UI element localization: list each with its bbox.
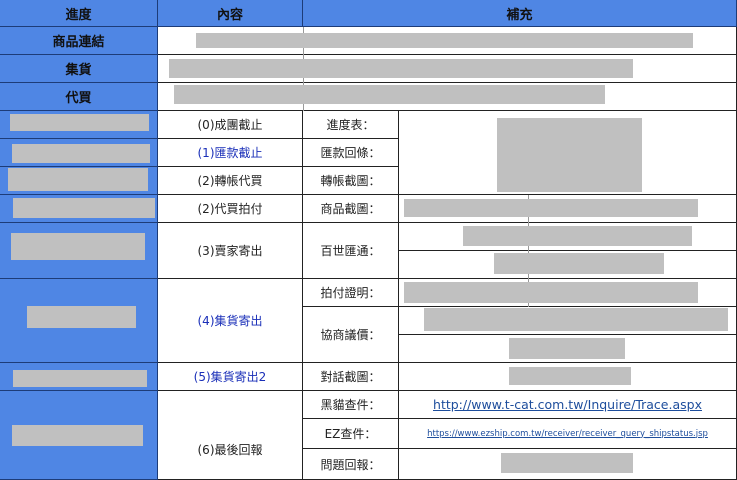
label-best-express: 百世匯通：: [303, 223, 399, 279]
step-6: (6)最後回報: [158, 391, 303, 480]
header-content: 內容: [158, 0, 303, 27]
label-negotiation: 協商議價：: [303, 307, 399, 363]
label-tcat: 黑貓查件：: [303, 391, 399, 419]
label-ez: EZ查件：: [303, 419, 399, 449]
ezship-link[interactable]: https://www.ezship.com.tw/receiver/recei…: [427, 429, 708, 439]
row-label-purchase: 代買: [0, 83, 158, 111]
ezship-cell: https://www.ezship.com.tw/receiver/recei…: [399, 419, 737, 449]
step-2b: (2)代買拍付: [158, 195, 303, 223]
header-progress: 進度: [0, 0, 158, 27]
tcat-cell: http://www.t-cat.com.tw/Inquire/Trace.as…: [399, 391, 737, 419]
label-payment-proof: 拍付證明：: [303, 279, 399, 307]
step-5[interactable]: (5)集貨寄出2: [158, 363, 303, 391]
label-product-screenshot: 商品截圖：: [303, 195, 399, 223]
label-issue-report: 問題回報：: [303, 449, 399, 480]
step-2: (2)轉帳代買: [158, 167, 303, 195]
header-supplement: 補充: [303, 0, 737, 27]
row-label-consolidation: 集貨: [0, 55, 158, 83]
label-progress-sheet: 進度表：: [303, 111, 399, 139]
step-1[interactable]: (1)匯款截止: [158, 139, 303, 167]
redacted-block: [174, 85, 605, 104]
label-remittance: 匯款回條：: [303, 139, 399, 167]
step-3: (3)賣家寄出: [158, 223, 303, 279]
redacted-block: [169, 59, 633, 78]
step-4[interactable]: (4)集貨寄出: [158, 279, 303, 363]
label-chat-screenshot: 對話截圖：: [303, 363, 399, 391]
step-0: (0)成團截止: [158, 111, 303, 139]
tcat-link[interactable]: http://www.t-cat.com.tw/Inquire/Trace.as…: [433, 397, 702, 412]
row-label-product-link: 商品連結: [0, 27, 158, 55]
redacted-block: [196, 33, 693, 48]
label-transfer-screenshot: 轉帳截圖：: [303, 167, 399, 195]
